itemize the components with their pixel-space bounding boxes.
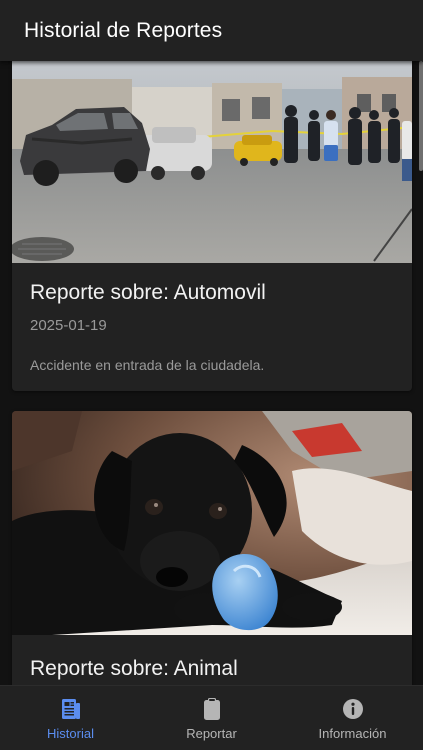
nav-item-reportar[interactable]: Reportar <box>141 686 282 750</box>
report-card[interactable]: Reporte sobre: Automovil 2025-01-19 Acci… <box>12 61 412 391</box>
nav-label-historial: Historial <box>47 726 94 741</box>
nav-item-historial[interactable]: Historial <box>0 686 141 750</box>
clipboard-icon <box>203 698 220 720</box>
bottom-navigation: Historial Reportar Información <box>0 685 423 750</box>
nav-item-informacion[interactable]: Información <box>282 686 423 750</box>
nav-label-informacion: Información <box>318 726 387 741</box>
report-title: Reporte sobre: Animal <box>30 657 238 680</box>
nav-label-reportar: Reportar <box>186 726 237 741</box>
app-bar: Historial de Reportes <box>0 0 423 61</box>
document-icon <box>61 699 80 719</box>
black-puppy-photo <box>12 411 412 635</box>
report-list[interactable]: Reporte sobre: Automovil 2025-01-19 Acci… <box>0 61 423 685</box>
page-title: Historial de Reportes <box>24 18 223 42</box>
scrollbar-thumb[interactable] <box>419 61 423 171</box>
report-title: Reporte sobre: Automovil <box>30 281 266 304</box>
burned-car-photo <box>12 61 412 263</box>
report-card[interactable]: Reporte sobre: Animal <box>12 411 412 685</box>
report-description: Accidente en entrada de la ciudadela. <box>30 357 265 373</box>
report-date: 2025-01-19 <box>30 317 107 334</box>
info-icon <box>342 699 363 719</box>
